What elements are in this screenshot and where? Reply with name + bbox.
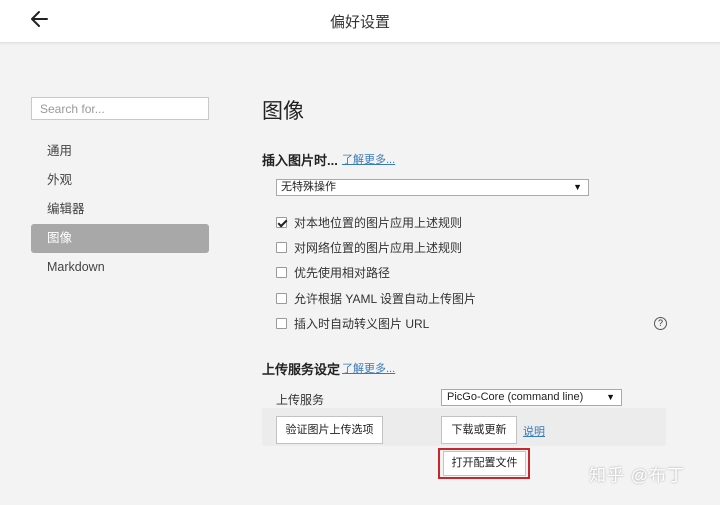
option-escape-url[interactable]: 插入时自动转义图片 URL	[276, 315, 429, 331]
sidebar-item-appearance[interactable]: 外观	[31, 166, 209, 195]
upload-section-title: 上传服务设定	[262, 362, 341, 377]
window-title: 偏好设置	[329, 14, 390, 31]
option-yaml-upload[interactable]: 允许根据 YAML 设置自动上传图片	[276, 290, 476, 306]
insert-action-select[interactable]: 无特殊操作 ▼	[276, 179, 589, 196]
upload-learn-more-link[interactable]: 了解更多...	[342, 360, 395, 376]
upload-service-value: PicGo-Core (command line)	[447, 391, 584, 403]
upload-service-select[interactable]: PicGo-Core (command line) ▼	[441, 389, 622, 406]
page-title: 图像	[262, 100, 304, 123]
option-relative-path[interactable]: 优先使用相对路径	[276, 264, 390, 280]
option-label: 插入时自动转义图片 URL	[294, 316, 430, 331]
option-label: 允许根据 YAML 设置自动上传图片	[294, 291, 477, 306]
verify-upload-button[interactable]: 验证图片上传选项	[276, 416, 383, 444]
title-bar: 偏好设置	[0, 0, 720, 43]
insert-action-value: 无特殊操作	[281, 181, 336, 193]
checkbox[interactable]	[276, 317, 287, 329]
dropdown-caret-icon: ▼	[606, 392, 615, 402]
checkbox[interactable]	[276, 292, 287, 304]
option-label: 对本地位置的图片应用上述规则	[294, 215, 463, 230]
sidebar-nav: 通用 外观 编辑器 图像 Markdown	[31, 137, 209, 282]
checkbox[interactable]	[276, 216, 287, 228]
highlight-box	[438, 448, 530, 479]
sidebar-item-general[interactable]: 通用	[31, 137, 209, 166]
help-icon[interactable]: ?	[654, 317, 667, 330]
sidebar-item-markdown[interactable]: Markdown	[31, 253, 209, 282]
checkbox[interactable]	[276, 241, 287, 253]
upload-service-label: 上传服务	[276, 393, 325, 407]
option-local-images[interactable]: 对本地位置的图片应用上述规则	[276, 214, 462, 230]
search-input[interactable]	[31, 97, 209, 120]
insert-learn-more-link[interactable]: 了解更多...	[342, 151, 395, 167]
insert-section-title: 插入图片时...	[262, 153, 338, 168]
sidebar-item-image[interactable]: 图像	[31, 224, 209, 253]
option-label: 优先使用相对路径	[294, 265, 391, 280]
checkbox[interactable]	[276, 266, 287, 278]
sidebar-item-editor[interactable]: 编辑器	[31, 195, 209, 224]
help-link[interactable]: 说明	[523, 423, 545, 439]
dropdown-caret-icon: ▼	[573, 182, 582, 192]
download-update-button[interactable]: 下载或更新	[441, 416, 517, 444]
watermark: 知乎 @布丁	[589, 466, 685, 485]
option-network-images[interactable]: 对网络位置的图片应用上述规则	[276, 239, 462, 255]
option-label: 对网络位置的图片应用上述规则	[294, 240, 463, 255]
